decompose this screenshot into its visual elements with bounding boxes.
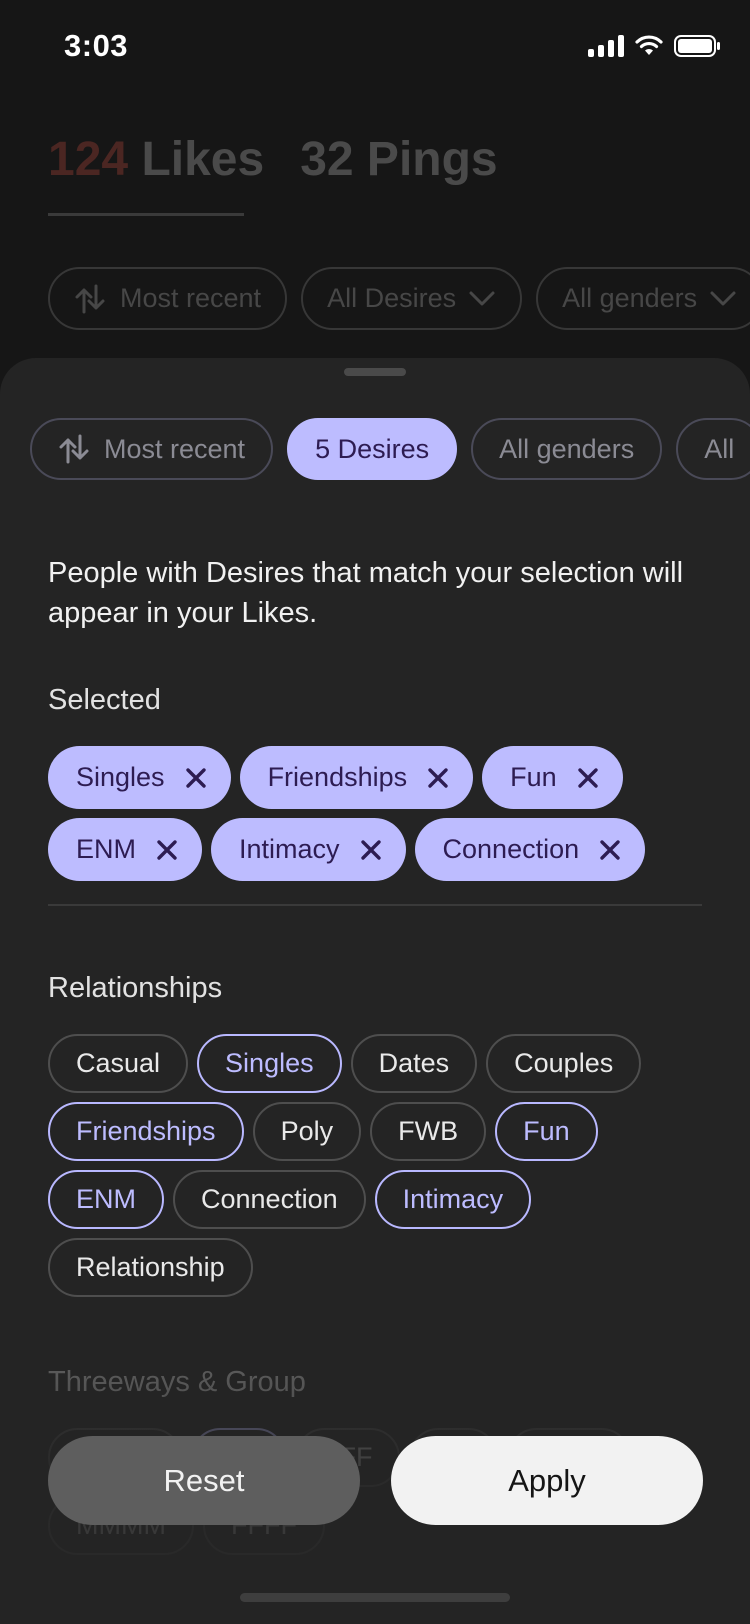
tab-likes: 124 Likes bbox=[48, 132, 264, 187]
likes-pings-tabs: 124 Likes 32 Pings bbox=[48, 132, 498, 187]
relationship-chip[interactable]: Intimacy bbox=[374, 1170, 532, 1229]
bg-chip-most-recent: Most recent bbox=[48, 267, 288, 330]
close-icon[interactable] bbox=[360, 839, 382, 861]
close-icon[interactable] bbox=[427, 767, 449, 789]
selected-chip[interactable]: Singles bbox=[48, 746, 231, 809]
relationship-chip[interactable]: Relationship bbox=[48, 1238, 253, 1297]
relationship-chip[interactable]: Couples bbox=[486, 1034, 642, 1093]
selected-chip[interactable]: Friendships bbox=[239, 746, 474, 809]
filter-chip-label: All genders bbox=[499, 433, 635, 464]
close-icon[interactable] bbox=[577, 767, 599, 789]
filter-chip-label: 5 Desires bbox=[315, 433, 430, 464]
reset-button[interactable]: Reset bbox=[48, 1436, 360, 1525]
pings-count: 32 bbox=[300, 133, 354, 186]
chevron-down-icon bbox=[469, 291, 495, 305]
selected-chip[interactable]: Connection bbox=[414, 818, 646, 881]
filter-chip-all-genders[interactable]: All genders bbox=[471, 418, 663, 480]
selected-chip-label: Fun bbox=[510, 762, 557, 792]
pings-label: Pings bbox=[366, 133, 498, 186]
apply-button[interactable]: Apply bbox=[391, 1436, 703, 1525]
filter-chip-label: All bbox=[704, 433, 735, 464]
relationship-chip[interactable]: FWB bbox=[370, 1102, 487, 1161]
selected-chips: Singles Friendships Fun ENM Intimacy Connecti… bbox=[48, 746, 708, 881]
selected-title: Selected bbox=[48, 684, 161, 716]
selected-chip-label: Singles bbox=[76, 762, 165, 792]
relationship-chip[interactable]: Fun bbox=[495, 1102, 598, 1161]
background-filter-row: Most recent All Desires All genders bbox=[48, 267, 750, 330]
close-icon[interactable] bbox=[599, 839, 621, 861]
filter-chip-desires[interactable]: 5 Desires bbox=[287, 418, 458, 480]
relationship-chip[interactable]: Friendships bbox=[48, 1102, 244, 1161]
filter-chip-all[interactable]: All bbox=[676, 418, 750, 480]
selected-chip[interactable]: Fun bbox=[482, 746, 623, 809]
relationship-chip[interactable]: Connection bbox=[173, 1170, 366, 1229]
chevron-down-icon bbox=[710, 291, 736, 305]
sheet-filter-row: Most recent 5 Desires All genders All bbox=[30, 418, 750, 480]
tab-pings: 32 Pings bbox=[300, 132, 497, 187]
selected-chip-label: Friendships bbox=[267, 762, 408, 792]
relationship-chip[interactable]: Casual bbox=[48, 1034, 189, 1093]
sort-arrows-icon bbox=[75, 284, 105, 313]
relationships-title: Relationships bbox=[48, 972, 223, 1004]
filter-chip-label: Most recent bbox=[104, 433, 246, 464]
bg-chip-all-desires: All Desires bbox=[301, 267, 523, 330]
sheet-intro-text: People with Desires that match your sele… bbox=[48, 557, 684, 629]
sort-arrows-icon bbox=[59, 434, 89, 464]
selected-chip-label: ENM bbox=[76, 834, 136, 864]
likes-count: 124 bbox=[48, 133, 129, 186]
relationships-chips: Casual Singles Dates Couples Friendships Poly… bbox=[48, 1034, 708, 1297]
bg-chip-all-genders: All genders bbox=[536, 267, 750, 330]
filter-chip-most-recent[interactable]: Most recent bbox=[30, 418, 274, 480]
section-divider bbox=[48, 904, 702, 906]
selected-chip[interactable]: Intimacy bbox=[211, 818, 406, 881]
tab-underline bbox=[48, 213, 244, 216]
home-indicator bbox=[240, 1593, 510, 1602]
sheet-grabber[interactable] bbox=[344, 368, 406, 376]
selected-chip[interactable]: ENM bbox=[48, 818, 202, 881]
threeways-title: Threeways & Group bbox=[48, 1366, 306, 1398]
relationship-chip[interactable]: Singles bbox=[197, 1034, 342, 1093]
close-icon[interactable] bbox=[156, 839, 178, 861]
close-icon[interactable] bbox=[185, 767, 207, 789]
selected-chip-label: Connection bbox=[442, 834, 580, 864]
selected-chip-label: Intimacy bbox=[239, 834, 340, 864]
relationship-chip[interactable]: Poly bbox=[252, 1102, 362, 1161]
likes-label: Likes bbox=[141, 133, 265, 186]
relationship-chip[interactable]: Dates bbox=[350, 1034, 478, 1093]
desires-filter-sheet: Most recent 5 Desires All genders All Pe… bbox=[0, 358, 750, 1624]
relationship-chip[interactable]: ENM bbox=[48, 1170, 164, 1229]
